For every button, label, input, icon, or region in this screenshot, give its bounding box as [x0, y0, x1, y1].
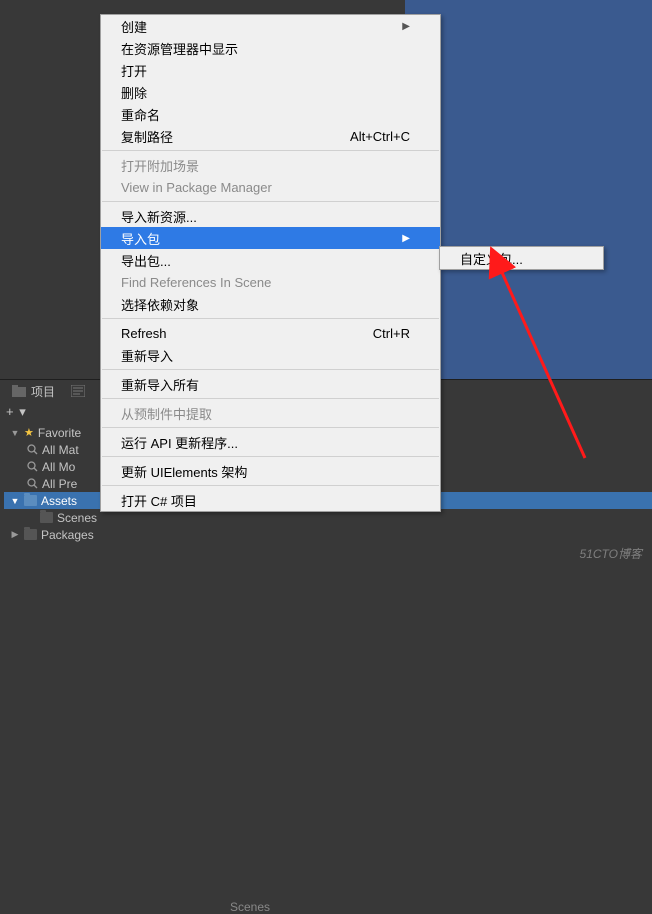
menu-item[interactable]: 更新 UIElements 架构 [101, 460, 440, 482]
menu-item-label: Find References In Scene [121, 275, 271, 290]
folder-icon [24, 529, 37, 540]
chevron-right-icon: ▶ [402, 233, 410, 244]
menu-separator [102, 456, 439, 457]
menu-separator [102, 318, 439, 319]
scenes-label: Scenes [57, 511, 97, 525]
console-tab-icon[interactable] [65, 385, 91, 397]
packages-folder-row[interactable]: ▶ Packages [4, 526, 652, 543]
menu-item[interactable]: 打开 C# 项目 [101, 489, 440, 511]
menu-item[interactable]: 删除 [101, 81, 440, 103]
menu-item[interactable]: 导入新资源... [101, 205, 440, 227]
menu-item-label: 导入包 [121, 229, 160, 248]
packages-label: Packages [41, 528, 94, 542]
doc-lines-icon [71, 385, 85, 397]
menu-item[interactable]: 导入包 ▶ [101, 227, 440, 249]
menu-separator [102, 369, 439, 370]
add-asset-button[interactable]: + ▾ [6, 404, 27, 420]
menu-item[interactable]: 打开 [101, 59, 440, 81]
menu-item[interactable]: 导出包... [101, 249, 440, 271]
content-breadcrumb: Scenes [230, 900, 270, 914]
menu-item[interactable]: 创建 ▶ [101, 15, 440, 37]
menu-item[interactable]: 重命名 [101, 103, 440, 125]
menu-separator [102, 427, 439, 428]
project-tab[interactable]: 项目 [6, 383, 61, 400]
menu-item-label: View in Package Manager [121, 180, 272, 195]
menu-item[interactable]: 重新导入 [101, 344, 440, 366]
menu-item: 从预制件中提取 [101, 402, 440, 424]
watermark: 51CTO博客 [580, 545, 642, 562]
menu-item-label: 打开 C# 项目 [121, 491, 197, 510]
favorites-label: Favorite [38, 426, 81, 440]
menu-item[interactable]: Refresh Ctrl+R [101, 322, 440, 344]
menu-item: View in Package Manager [101, 176, 440, 198]
menu-item-label: Refresh [121, 326, 167, 341]
menu-item-label: 导出包... [121, 251, 171, 270]
menu-item-label: 复制路径 [121, 127, 173, 146]
assets-label: Assets [41, 494, 77, 508]
menu-item-label: 重命名 [121, 105, 160, 124]
menu-item-label: 在资源管理器中显示 [121, 39, 238, 58]
search-icon [26, 444, 38, 456]
menu-item-shortcut: Alt+Ctrl+C [350, 129, 410, 144]
submenu-item[interactable]: 自定义包... [440, 247, 603, 269]
menu-item[interactable]: 复制路径 Alt+Ctrl+C [101, 125, 440, 147]
search-icon [26, 478, 38, 490]
menu-item-label: 打开 [121, 61, 147, 80]
menu-item[interactable]: 选择依赖对象 [101, 293, 440, 315]
menu-item: Find References In Scene [101, 271, 440, 293]
menu-item-label: 运行 API 更新程序... [121, 433, 238, 452]
menu-item-label: 选择依赖对象 [121, 295, 199, 314]
menu-item-label: 创建 [121, 17, 147, 36]
project-tab-label: 项目 [31, 383, 55, 400]
search-icon [26, 461, 38, 473]
menu-separator [102, 150, 439, 151]
menu-item-label: 重新导入 [121, 346, 173, 365]
assets-context-menu: 创建 ▶ 在资源管理器中显示打开删除重命名复制路径 Alt+Ctrl+C 打开附加场景 V… [100, 14, 441, 512]
menu-item-shortcut: Ctrl+R [373, 326, 410, 341]
menu-separator [102, 398, 439, 399]
search-label: All Pre [42, 477, 77, 491]
menu-item: 打开附加场景 [101, 154, 440, 176]
menu-item-label: 从预制件中提取 [121, 404, 212, 423]
search-label: All Mat [42, 443, 79, 457]
menu-separator [102, 485, 439, 486]
project-icon [12, 385, 26, 397]
chevron-right-icon: ▶ [402, 21, 410, 32]
folder-icon [24, 495, 37, 506]
menu-separator [102, 201, 439, 202]
search-label: All Mo [42, 460, 75, 474]
menu-item-label: 导入新资源... [121, 207, 197, 226]
menu-item-label: 删除 [121, 83, 147, 102]
folder-icon [40, 512, 53, 523]
menu-item-label: 重新导入所有 [121, 375, 199, 394]
menu-item-label: 打开附加场景 [121, 156, 199, 175]
menu-item[interactable]: 在资源管理器中显示 [101, 37, 440, 59]
submenu-item-label: 自定义包... [460, 249, 523, 268]
menu-item[interactable]: 运行 API 更新程序... [101, 431, 440, 453]
star-icon: ★ [24, 426, 34, 439]
import-package-submenu: 自定义包... [439, 246, 604, 270]
menu-item[interactable]: 重新导入所有 [101, 373, 440, 395]
menu-item-label: 更新 UIElements 架构 [121, 462, 247, 481]
